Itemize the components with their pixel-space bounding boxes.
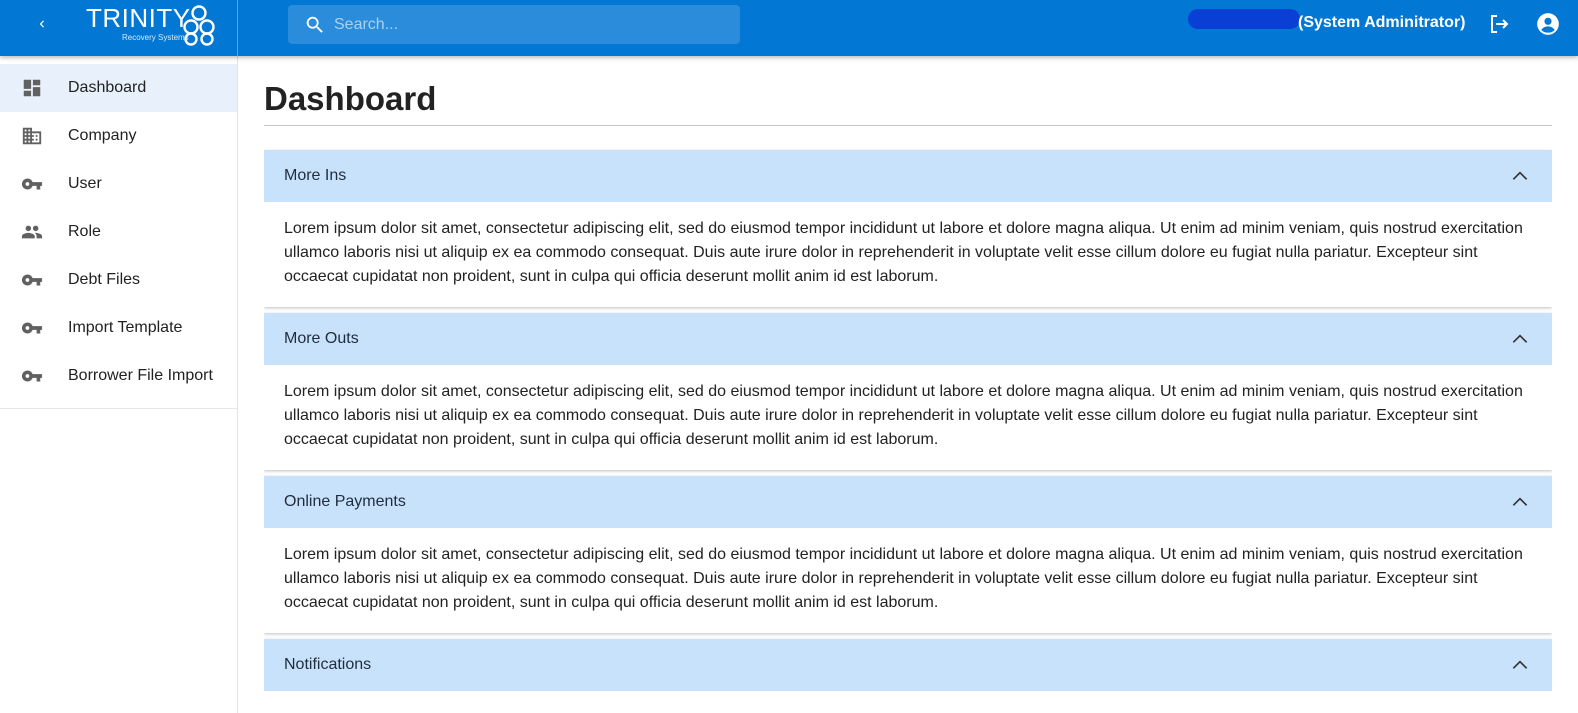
- accordion-panel-more-outs: More Outs Lorem ipsum dolor sit amet, co…: [264, 313, 1552, 470]
- sidebar-item-debt-files[interactable]: Debt Files: [0, 256, 237, 304]
- search-icon: [304, 14, 326, 36]
- key-icon: [20, 268, 44, 292]
- logo-subtitle: Recovery Systems: [122, 33, 189, 42]
- accordion-header[interactable]: More Ins: [264, 150, 1552, 202]
- sidebar-item-label: Company: [68, 127, 137, 144]
- accordion-panel-more-ins: More Ins Lorem ipsum dolor sit amet, con…: [264, 150, 1552, 307]
- header-divider: [237, 0, 238, 56]
- accordion-header[interactable]: Online Payments: [264, 476, 1552, 528]
- sidebar-item-label: Import Template: [68, 319, 183, 336]
- page-title: Dashboard: [264, 80, 437, 117]
- main-content: Dashboard More Ins Lorem ipsum dolor sit…: [264, 56, 1552, 713]
- sidebar: Dashboard Company User Role Debt Files I…: [0, 56, 238, 713]
- chevron-up-icon[interactable]: [1508, 164, 1532, 188]
- sidebar-item-label: Debt Files: [68, 271, 141, 288]
- accordion-title: More Outs: [284, 330, 359, 347]
- sidebar-item-label: Dashboard: [68, 79, 147, 96]
- chevron-up-icon[interactable]: [1508, 653, 1532, 677]
- search-bar: [288, 5, 740, 44]
- sidebar-item-role[interactable]: Role: [0, 208, 237, 256]
- accordion-header[interactable]: More Outs: [264, 313, 1552, 365]
- accordion-title: Online Payments: [284, 493, 406, 510]
- search-input[interactable]: [334, 15, 714, 34]
- title-divider: [264, 125, 1552, 126]
- logout-button[interactable]: [1487, 12, 1511, 36]
- sidebar-item-user[interactable]: User: [0, 160, 237, 208]
- accordion-title: Notifications: [284, 656, 372, 673]
- logo-title: TRINITY: [86, 3, 191, 33]
- user-role-label: (System Adminitrator): [1298, 14, 1466, 31]
- accordion-body: [264, 691, 1552, 713]
- user-name-redacted: [1188, 9, 1300, 29]
- dashboard-icon: [20, 76, 44, 100]
- chevron-left-icon: [39, 20, 44, 28]
- accordion-panel-online-payments: Online Payments Lorem ipsum dolor sit am…: [264, 476, 1552, 633]
- sidebar-item-import-template[interactable]: Import Template: [0, 304, 237, 352]
- sidebar-item-dashboard[interactable]: Dashboard: [0, 64, 237, 112]
- logo-rings-icon: [183, 5, 215, 46]
- accordion-body: Lorem ipsum dolor sit amet, consectetur …: [284, 546, 1523, 611]
- app-bar: TRINITY Recovery Systems (System Adminit…: [0, 0, 1578, 56]
- account-button[interactable]: [1535, 11, 1561, 37]
- accordion-title: More Ins: [284, 167, 347, 184]
- building-icon: [20, 124, 44, 148]
- sidebar-item-label: Borrower File Import: [68, 367, 213, 384]
- accordion-body: Lorem ipsum dolor sit amet, consectetur …: [284, 220, 1523, 285]
- chevron-up-icon[interactable]: [1508, 490, 1532, 514]
- sidebar-item-label: Role: [68, 223, 101, 240]
- account-circle-icon: [1537, 13, 1559, 35]
- key-icon: [20, 364, 44, 388]
- trinity-logo: TRINITY Recovery Systems: [86, 3, 216, 47]
- accordion-panel-notifications: Notifications: [264, 639, 1552, 713]
- collapse-sidebar-button[interactable]: [28, 10, 56, 38]
- people-icon: [20, 220, 44, 244]
- sidebar-item-company[interactable]: Company: [0, 112, 237, 160]
- sidebar-nav: Dashboard Company User Role Debt Files I…: [0, 56, 237, 409]
- accordion-header[interactable]: Notifications: [264, 639, 1552, 691]
- accordion-body: Lorem ipsum dolor sit amet, consectetur …: [284, 383, 1523, 448]
- key-icon: [20, 172, 44, 196]
- sidebar-item-label: User: [68, 175, 102, 192]
- key-icon: [20, 316, 44, 340]
- sidebar-item-borrower-file-import[interactable]: Borrower File Import: [0, 352, 237, 400]
- chevron-up-icon[interactable]: [1508, 327, 1532, 351]
- logout-icon: [1491, 15, 1509, 33]
